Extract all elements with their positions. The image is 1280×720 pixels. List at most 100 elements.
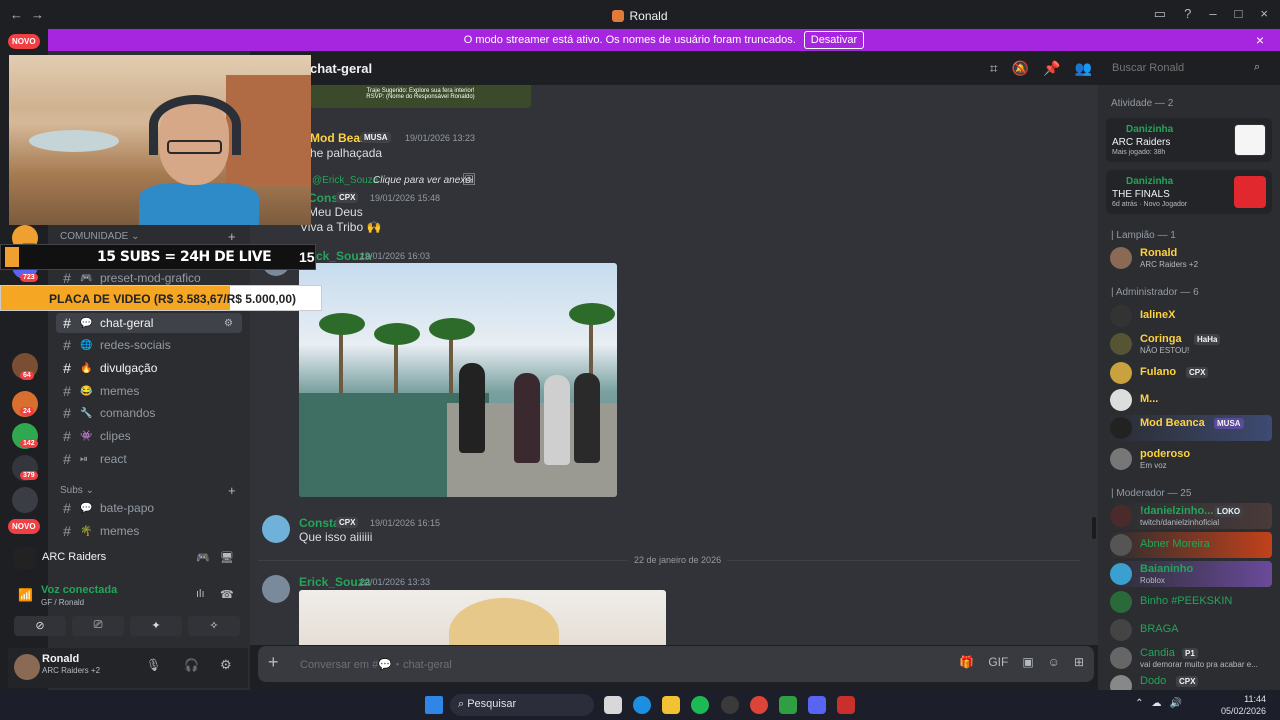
gif-icon[interactable]: GIF xyxy=(988,655,1008,669)
spotify-icon[interactable] xyxy=(691,696,709,714)
emoji-icon[interactable]: ☺ xyxy=(1048,655,1060,669)
channel-chat-geral[interactable]: # 💬 chat-geral ⚙ xyxy=(56,313,242,333)
close-window-button[interactable]: × xyxy=(1260,6,1268,22)
taskbar-search[interactable]: ⌕ Pesquisar xyxy=(450,694,594,716)
activity-card[interactable]: Danizinha THE FINALS 6d atrás · Novo Jog… xyxy=(1106,170,1272,214)
channel-divulgacao[interactable]: # 🔥 divulgação xyxy=(56,358,242,378)
attachment-photo[interactable] xyxy=(299,590,666,645)
avatar xyxy=(1110,563,1132,585)
inbox-icon[interactable]: ▭ xyxy=(1154,6,1166,22)
member-item[interactable]: Candia P1 vai demorar muito pra acabar e..… xyxy=(1108,645,1272,671)
server-icon[interactable] xyxy=(12,487,38,513)
member-item[interactable]: M... xyxy=(1108,387,1272,413)
channel-label: bate-papo xyxy=(100,501,155,515)
app-icon[interactable] xyxy=(779,696,797,714)
avatar[interactable] xyxy=(14,654,40,680)
channel-emoji: 💬 xyxy=(80,317,93,329)
gift-icon[interactable]: 🎁 xyxy=(959,655,974,669)
member-item[interactable]: IalineX xyxy=(1108,303,1272,329)
scrollbar-thumb[interactable] xyxy=(1092,517,1096,539)
chat-header: chat-geral ⌗ 🔕 📌 👥 xyxy=(250,51,1098,85)
composer-input[interactable]: Conversar em #💬・chat-geral xyxy=(300,656,452,672)
settings-gear-icon[interactable]: ⚙ xyxy=(220,657,232,673)
camera-off-button[interactable]: ⊘ xyxy=(14,616,66,636)
add-attachment-icon[interactable]: + xyxy=(268,652,279,673)
channel-memes-subs[interactable]: # 🌴 memes xyxy=(56,521,242,541)
explorer-icon[interactable] xyxy=(662,696,680,714)
search-input[interactable] xyxy=(1106,58,1269,78)
noise-icon[interactable]: ılı xyxy=(196,588,205,600)
disconnect-icon[interactable]: ☎ xyxy=(220,588,234,601)
member-item[interactable]: Ronald ARC Raiders +2 xyxy=(1108,245,1272,271)
reply-text[interactable]: Clique para ver anexo xyxy=(373,175,471,186)
gamepad-icon[interactable]: 🎮 xyxy=(196,551,210,564)
start-icon[interactable] xyxy=(425,696,443,714)
soundboard-button[interactable]: ✧ xyxy=(188,616,240,636)
activity-card[interactable]: Danizinha ARC Raiders Mais jogado: 38h xyxy=(1106,118,1272,162)
server-badge: 379 xyxy=(20,471,38,480)
microphone-icon[interactable]: 🎙 xyxy=(146,658,161,672)
sticker-icon[interactable]: ▣ xyxy=(1022,655,1033,669)
headphones-icon[interactable]: 🎧 xyxy=(184,658,199,672)
app-icon[interactable] xyxy=(837,696,855,714)
channel-comandos[interactable]: # 🔧 comandos xyxy=(56,403,242,423)
message-composer[interactable]: + Conversar em #💬・chat-geral 🎁 GIF ▣ ☺ ⊞ xyxy=(258,646,1094,682)
activities-button[interactable]: ✦ xyxy=(130,616,182,636)
channel-emoji: 😂 xyxy=(80,385,93,397)
activity-panel[interactable]: ARC Raiders 🎮 🖥 xyxy=(14,545,242,573)
voice-channel[interactable]: GF / Ronald xyxy=(41,598,84,607)
steam-icon[interactable] xyxy=(721,696,739,714)
mute-notification-icon[interactable]: 🔕 xyxy=(1012,60,1029,77)
category-community[interactable]: COMUNIDADE ⌄ + xyxy=(60,229,236,244)
screen-icon[interactable]: 🖥 xyxy=(220,551,234,564)
help-icon[interactable]: ? xyxy=(1184,6,1191,22)
channel-redes-sociais[interactable]: # 🌐 redes-sociais xyxy=(56,335,242,355)
member-item[interactable]: poderoso Em voz xyxy=(1108,446,1272,472)
apps-icon[interactable]: ⊞ xyxy=(1074,655,1084,669)
maximize-button[interactable]: □ xyxy=(1235,6,1243,22)
server-badge: 64 xyxy=(20,371,34,380)
member-item[interactable]: Binho #PEEKSKIN xyxy=(1108,589,1272,615)
discord-icon[interactable] xyxy=(808,696,826,714)
attachment-photo[interactable] xyxy=(299,263,617,497)
task-view-icon[interactable] xyxy=(604,696,622,714)
minimize-button[interactable]: – xyxy=(1209,6,1216,22)
taskbar-search-label: Pesquisar xyxy=(467,698,517,710)
member-item[interactable]: Coringa HaHa NÃO ESTOU! xyxy=(1108,331,1272,357)
system-tray[interactable]: ⌃☁🔊 xyxy=(1135,698,1190,709)
avatar[interactable] xyxy=(262,515,290,543)
member-item[interactable]: Baianinho Roblox xyxy=(1108,561,1272,587)
add-channel-icon[interactable]: + xyxy=(228,229,236,244)
channel-bate-papo[interactable]: # 💬 bate-papo xyxy=(56,498,242,518)
member-item[interactable]: BRAGA xyxy=(1108,617,1272,643)
channel-react[interactable]: # ⏯ react xyxy=(56,449,242,469)
channel-memes[interactable]: # 😂 memes xyxy=(56,381,242,401)
reply-user[interactable]: @Erick_Souza xyxy=(312,175,378,186)
member-item[interactable]: !danielzinho... LOKO twitch/danielzinhofic… xyxy=(1108,503,1272,529)
channel-settings-icon[interactable]: ⚙ xyxy=(224,318,236,329)
channel-emoji: 🌴 xyxy=(80,525,93,537)
share-screen-button[interactable]: ⎚ xyxy=(72,616,124,636)
pin-icon[interactable]: 📌 xyxy=(1043,60,1060,77)
embed-image[interactable]: Traje Sugerido: Explore sua fera interio… xyxy=(310,85,531,108)
member-item[interactable]: Dodo CPX xyxy=(1108,673,1272,690)
members-icon[interactable]: 👥 xyxy=(1075,60,1092,77)
message-author[interactable]: Consta xyxy=(299,516,340,530)
add-channel-icon[interactable]: + xyxy=(228,483,236,498)
member-item[interactable]: Mod Beanca MUSA xyxy=(1108,415,1272,441)
category-subs[interactable]: Subs ⌄ + xyxy=(60,483,236,498)
game-art xyxy=(1234,124,1266,156)
group-header: | Administrador — 6 xyxy=(1111,287,1199,298)
edge-icon[interactable] xyxy=(633,696,651,714)
disable-streamer-button[interactable]: Desativar xyxy=(803,31,865,49)
clock-date: 05/02/2026 xyxy=(1220,706,1266,716)
clock[interactable]: 11:44 05/02/2026 xyxy=(1221,693,1266,717)
activity-header: Atividade — 2 xyxy=(1111,98,1174,109)
threads-icon[interactable]: ⌗ xyxy=(990,60,998,77)
channel-clipes[interactable]: # 👾 clipes xyxy=(56,426,242,446)
avatar[interactable] xyxy=(262,575,290,603)
banner-close-icon[interactable]: × xyxy=(1256,32,1264,48)
member-item[interactable]: Fulano CPX xyxy=(1108,360,1272,386)
chrome-icon[interactable] xyxy=(750,696,768,714)
member-item[interactable]: Abner Moreira xyxy=(1108,532,1272,558)
